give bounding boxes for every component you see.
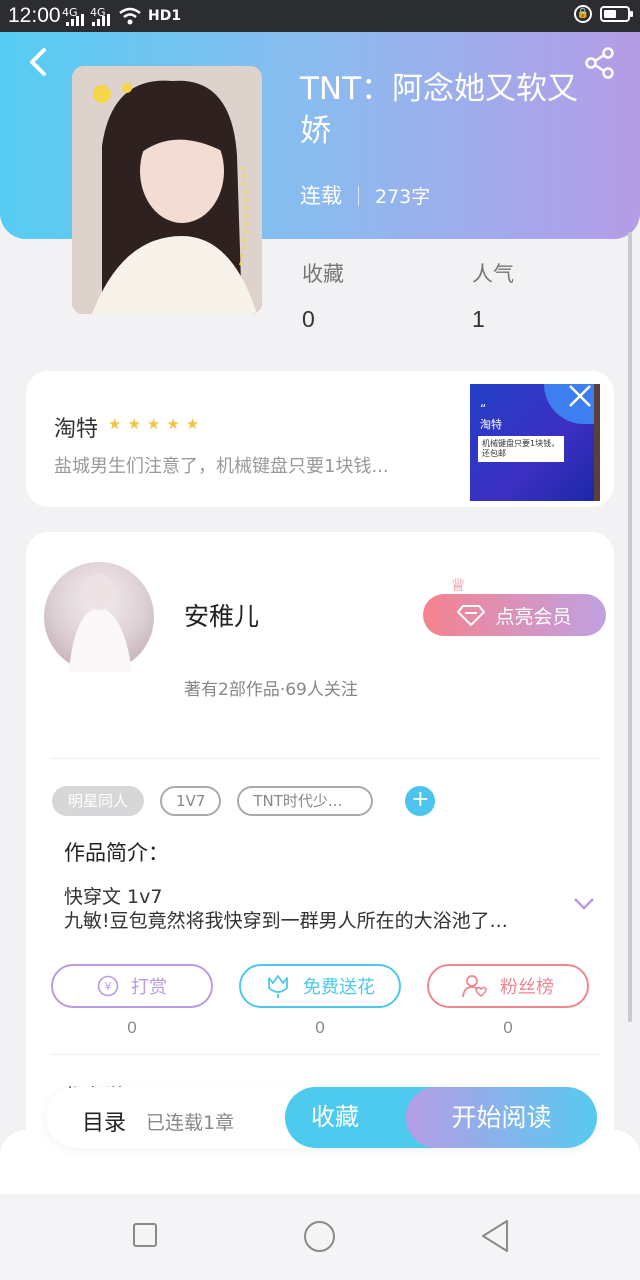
ad-description: 盐城男生们注意了，机械键盘只要1块钱... (54, 456, 389, 477)
fan-user-icon (462, 975, 487, 998)
rotation-lock-icon: 🔒 (574, 5, 592, 23)
send-flower-label: 免费送花 (303, 977, 375, 998)
reward-label: 打赏 (131, 977, 167, 998)
avatar-illustration (69, 574, 132, 672)
signal-icon (66, 14, 84, 26)
intro-line-1: 快穿文 1v7 (64, 886, 163, 908)
network-label: HD1 (148, 8, 182, 24)
reward-count: 0 (127, 1018, 137, 1037)
author-avatar[interactable] (44, 562, 154, 672)
add-tag-button[interactable]: + (405, 786, 436, 816)
intro-heading: 作品简介： (64, 841, 169, 865)
svg-text:¥: ¥ (105, 980, 112, 993)
status-right: 🔒 (574, 5, 633, 23)
bottom-action-bar: 目录 已连载1章 收藏 开始阅读 (46, 1087, 597, 1148)
status-separator (358, 186, 359, 206)
tag[interactable]: 明星同人 (52, 786, 145, 816)
battery-level (604, 10, 616, 18)
stat-label: 人气 (472, 262, 514, 286)
stat-value: 0 (302, 306, 315, 332)
status-bar: 12:00 4G 4G HD1 🔒 (0, 0, 640, 32)
ad-close-icon[interactable] (567, 383, 593, 409)
intro-line-2: 九敏!豆包竟然将我快穿到一群男人所在的大浴池了... (64, 910, 508, 932)
ad-thumb-edge (594, 384, 600, 501)
flower-count: 0 (315, 1018, 325, 1037)
scrollbar[interactable] (628, 232, 632, 1022)
fan-ranking-button[interactable]: 粉丝榜 (427, 964, 589, 1008)
expand-chevron-icon[interactable] (573, 897, 595, 911)
book-title: TNT：阿念她又软又娇 (300, 71, 579, 149)
fan-ranking-label: 粉丝榜 (500, 977, 554, 998)
ad-thumb-text: 机械键盘只要1块钱，还包邮 (478, 436, 564, 462)
author-meta: 著有2部作品·69人关注 (184, 680, 358, 700)
stat-value: 1 (472, 306, 485, 332)
chapter-count: 已连载1章 (146, 1112, 235, 1134)
diamond-icon (457, 605, 486, 626)
status-time: 12:00 (8, 4, 61, 27)
signal-icon-2 (92, 14, 110, 26)
nav-back-icon[interactable] (480, 1219, 510, 1253)
tag-list: 明星同人 1V7 TNT时代少... + (52, 786, 436, 816)
start-reading-button[interactable]: 开始阅读 (406, 1087, 597, 1148)
send-flower-button[interactable]: 免费送花 (239, 964, 401, 1008)
divider (50, 1054, 600, 1055)
stat-favorites: 收藏 0 (302, 258, 344, 333)
recent-apps-icon[interactable] (133, 1223, 157, 1247)
tag[interactable]: 1V7 (160, 786, 222, 816)
ad-brand: 淘特 (54, 417, 99, 442)
word-count: 273字 (375, 186, 431, 208)
stat-label: 收藏 (302, 262, 344, 286)
cover-illustration (72, 66, 262, 314)
reward-button[interactable]: ¥ 打赏 (51, 964, 213, 1008)
ad-banner[interactable]: 淘特 ★★★★★ 盐城男生们注意了，机械键盘只要1块钱... “ 淘特 机械键盘… (26, 371, 614, 507)
ad-thumb-quote: “ (480, 402, 487, 416)
book-status: 连载 (300, 184, 342, 208)
home-icon[interactable] (304, 1221, 335, 1252)
vip-button[interactable]: 点亮会员 (423, 594, 606, 636)
vip-label: 点亮会员 (495, 605, 572, 628)
book-status-row: 连载 273字 (300, 180, 430, 210)
divider (50, 758, 600, 759)
ad-thumb-brand: 淘特 (480, 418, 502, 431)
tag[interactable]: TNT时代少... (237, 786, 374, 816)
fan-count: 0 (503, 1018, 513, 1037)
crown-icon: ♕ (450, 575, 467, 596)
book-cover[interactable] (72, 66, 262, 314)
stat-popularity: 人气 1 (472, 258, 514, 333)
toc-button[interactable]: 目录 (82, 1105, 126, 1137)
yen-coin-icon: ¥ (97, 975, 119, 997)
author-name[interactable]: 安稚儿 (184, 597, 259, 633)
wifi-icon (119, 7, 141, 25)
ad-rating-stars: ★★★★★ (108, 415, 206, 433)
battery-icon (600, 6, 633, 22)
flower-icon (268, 975, 288, 998)
back-arrow-icon[interactable] (22, 44, 52, 80)
